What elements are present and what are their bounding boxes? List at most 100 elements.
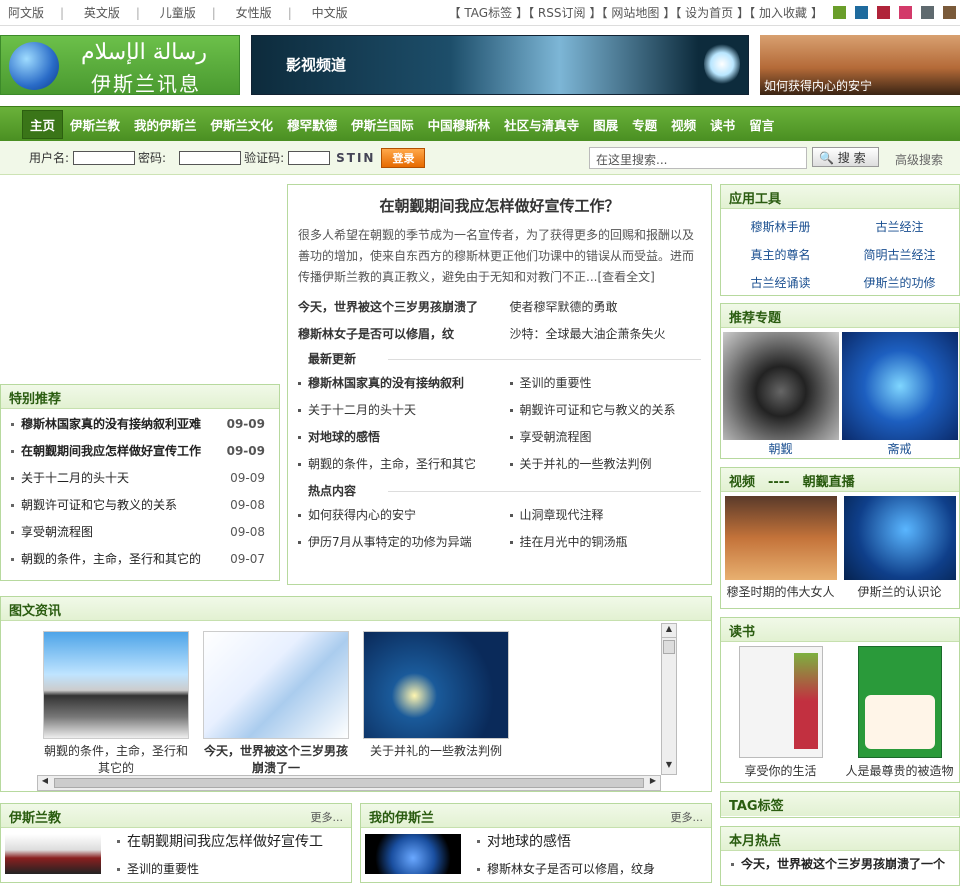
list-item[interactable]: 关于并礼的一些教法判例 (500, 451, 712, 478)
hot-heading: 热点内容 (298, 482, 701, 502)
gallery-image (43, 631, 189, 739)
list-item[interactable]: 在朝觐期间我应怎样做好宣传工 (107, 828, 323, 856)
nav-community[interactable]: 社区与清真寺 (497, 111, 586, 138)
featured-article-box: 在朝觐期间我应怎样做好宣传工作？ 很多人希望在朝觐的季节成为一名宣传者，为了获得… (287, 184, 712, 585)
list-item[interactable]: 穆斯林女子是否可以修眉，纹身 (467, 856, 655, 883)
list-item[interactable]: 朝觐许可证和它与教义的关系 (500, 397, 712, 424)
sitemap-link[interactable]: 】【 网站地图 (589, 4, 661, 21)
theme-swatch-blue[interactable] (855, 6, 868, 19)
lang-arabic[interactable]: 阿文版 (0, 6, 52, 20)
islam-box: 伊斯兰教 更多... 在朝觐期间我应怎样做好宣传工 圣训的重要性 (0, 803, 352, 883)
theme-swatch-gray[interactable] (921, 6, 934, 19)
video-channel-banner[interactable]: 影视频道 (251, 35, 749, 95)
tool-quran-commentary[interactable]: 古兰经注 (840, 213, 959, 241)
my-islam-more-link[interactable]: 更多... (671, 809, 704, 825)
list-item[interactable]: 挂在月光中的铜汤瓶 (500, 529, 712, 556)
username-input[interactable] (73, 150, 136, 165)
tool-muslim-handbook[interactable]: 穆斯林手册 (721, 213, 840, 241)
captcha-input[interactable] (288, 150, 331, 165)
gallery-horizontal-scrollbar[interactable]: ◀ ▶ (37, 775, 661, 791)
nav-topics[interactable]: 专题 (625, 111, 664, 138)
lang-women[interactable]: 女性版 (228, 6, 280, 20)
highlight-item[interactable]: 穆斯林女子是否可以修眉，纹 (288, 321, 500, 348)
theme-swatch-pink[interactable] (899, 6, 912, 19)
list-item[interactable]: 朝觐的条件，主命，圣行和其它 (288, 451, 500, 478)
username-label: 用户名: (29, 151, 70, 165)
gallery-title: 图文资讯 (1, 597, 711, 621)
gallery-box: 图文资讯 朝觐的条件，主命，圣行和其它的 今天，世界被这个三岁男孩崩溃了一 关于… (0, 596, 712, 792)
add-favorite-link[interactable]: 】【 加入收藏 (736, 4, 808, 21)
inner-peace-banner[interactable]: 如何获得内心的安宁 (760, 35, 960, 95)
theme-swatch-brown[interactable] (943, 6, 956, 19)
tool-worship[interactable]: 伊斯兰的功修 (840, 269, 959, 297)
topic-fasting[interactable]: 斋戒 (841, 332, 958, 457)
list-item[interactable]: 享受朝流程图 09-08 (1, 519, 279, 546)
list-item[interactable]: 伊历7月从事特定的功修为异端 (288, 529, 500, 556)
search-input[interactable]: 在这里搜索... (589, 147, 807, 169)
list-item[interactable]: 圣训的重要性 (107, 856, 323, 883)
list-item[interactable]: 对地球的感悟 (467, 828, 655, 856)
gallery-item[interactable]: 朝觐的条件，主命，圣行和其它的 (43, 631, 189, 776)
list-item[interactable]: 今天，世界被这个三岁男孩崩溃了一个 (721, 851, 959, 878)
search-button[interactable]: 🔍 搜 索 (812, 147, 879, 167)
rss-link[interactable]: 】【 RSS订阅 (515, 4, 586, 21)
nav-muhammad[interactable]: 穆罕默德 (280, 111, 344, 138)
list-item[interactable]: 朝觐许可证和它与教义的关系 09-08 (1, 492, 279, 519)
nav-international[interactable]: 伊斯兰国际 (344, 111, 421, 138)
list-item[interactable]: 在朝觐期间我应怎样做好宣传工作 09-09 (1, 438, 279, 465)
nav-my-islam[interactable]: 我的伊斯兰 (127, 111, 204, 138)
list-item[interactable]: 对地球的感悟 (288, 424, 500, 451)
nav-messages[interactable]: 留言 (742, 111, 781, 138)
tool-brief-commentary[interactable]: 简明古兰经注 (840, 241, 959, 269)
theme-swatch-green[interactable] (833, 6, 846, 19)
gallery-item[interactable]: 今天，世界被这个三岁男孩崩溃了一 (203, 631, 349, 776)
nav-culture[interactable]: 伊斯兰文化 (204, 111, 281, 138)
nav-chinese-muslims[interactable]: 中国穆斯林 (421, 111, 498, 138)
list-item[interactable]: 如何获得内心的安宁 (288, 502, 500, 529)
nav-books[interactable]: 读书 (703, 111, 742, 138)
highlight-item[interactable]: 今天，世界被这个三岁男孩崩溃了 (288, 294, 500, 321)
tools-box: 应用工具 穆斯林手册 古兰经注 真主的尊名 简明古兰经注 古兰经诵读 伊斯兰的功… (720, 184, 960, 296)
gallery-item[interactable]: 关于并礼的一些教法判例 (363, 631, 509, 776)
highlight-item[interactable]: 沙特：全球最大油企萧条失火 (500, 321, 712, 348)
tool-quran-recitation[interactable]: 古兰经诵读 (721, 269, 840, 297)
list-item[interactable]: 圣训的重要性 (500, 370, 712, 397)
lang-chinese[interactable]: 中文版 (304, 6, 356, 20)
video-item[interactable]: 伊斯兰的认识论 (843, 496, 956, 600)
site-logo[interactable]: رسالة الإسلام 伊斯兰讯息 (0, 35, 240, 96)
gallery-vertical-scrollbar[interactable]: ▲ ▼ (661, 623, 677, 775)
password-input[interactable] (179, 150, 242, 165)
tag-link[interactable]: 【 TAG标签 (448, 4, 514, 21)
set-homepage-link[interactable]: 】【 设为首页 (662, 4, 734, 21)
featured-title[interactable]: 在朝觐期间我应怎样做好宣传工作？ (288, 185, 711, 216)
video-item[interactable]: 穆圣时期的伟大女人 (724, 496, 837, 600)
monthly-hot-box: 本月热点 今天，世界被这个三岁男孩崩溃了一个 (720, 826, 960, 886)
list-item[interactable]: 山洞章现代注释 (500, 502, 712, 529)
video-thumbnail (724, 496, 837, 580)
kaaba-image (722, 332, 839, 440)
nav-home[interactable]: 主页 (22, 109, 64, 139)
special-recommend-box: 特别推荐 穆斯林国家真的没有接纳叙利亚难 09-09 在朝觐期间我应怎样做好宣传工… (0, 384, 280, 581)
islam-more-link[interactable]: 更多... (311, 809, 344, 825)
login-button[interactable]: 登录 (381, 147, 426, 168)
nav-islam[interactable]: 伊斯兰教 (63, 111, 127, 138)
list-item[interactable]: 穆斯林国家真的没有接纳叙利亚难 09-09 (1, 411, 279, 438)
advanced-search-link[interactable]: 高级搜索 (895, 151, 943, 168)
lang-kids[interactable]: 儿童版 (152, 6, 204, 20)
list-item[interactable]: 穆斯林国家真的没有接纳叙利 (288, 370, 500, 397)
list-item[interactable]: 享受朝流程图 (500, 424, 712, 451)
topic-hajj[interactable]: 朝觐 (722, 332, 839, 457)
nav-gallery[interactable]: 图展 (586, 111, 625, 138)
lang-english[interactable]: 英文版 (76, 6, 128, 20)
list-item[interactable]: 关于十二月的头十天 09-09 (1, 465, 279, 492)
banner: رسالة الإسلام 伊斯兰讯息 影视频道 如何获得内心的安宁 (0, 35, 960, 113)
highlight-item[interactable]: 使者穆罕默德的勇敢 (500, 294, 712, 321)
theme-swatch-red[interactable] (877, 6, 890, 19)
tool-names-of-allah[interactable]: 真主的尊名 (721, 241, 840, 269)
list-item[interactable]: 朝觐的条件，主命，圣行和其它的 09-07 (1, 546, 279, 573)
list-item[interactable]: 关于十二月的头十天 (288, 397, 500, 424)
book-item[interactable]: 人是最尊贵的被造物 (844, 646, 956, 779)
captcha-label: 验证码: (244, 151, 285, 165)
book-item[interactable]: 享受你的生活 (725, 646, 837, 779)
nav-video[interactable]: 视频 (664, 111, 703, 138)
